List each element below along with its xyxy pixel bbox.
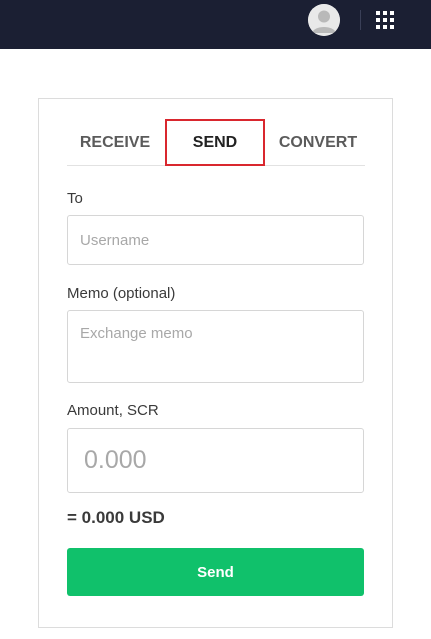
tab-convert[interactable]: CONVERT [271, 119, 365, 166]
user-avatar-icon[interactable] [308, 4, 340, 36]
send-button[interactable]: Send [67, 548, 364, 596]
memo-input[interactable] [67, 310, 364, 383]
wallet-tabs: RECEIVE SEND CONVERT [67, 119, 365, 166]
navbar-divider [360, 10, 361, 30]
amount-label: Amount, SCR [67, 402, 159, 419]
top-navbar [0, 0, 431, 49]
tab-receive[interactable]: RECEIVE [67, 119, 163, 166]
wallet-card: RECEIVE SEND CONVERT To Memo (optional) … [38, 98, 393, 628]
grid-apps-icon[interactable] [376, 11, 394, 29]
memo-label: Memo (optional) [67, 285, 176, 302]
tab-send[interactable]: SEND [165, 119, 265, 166]
amount-input[interactable] [67, 428, 364, 493]
to-label: To [67, 190, 83, 207]
usd-equivalent: = 0.000 USD [67, 508, 165, 527]
username-input[interactable] [67, 215, 364, 265]
